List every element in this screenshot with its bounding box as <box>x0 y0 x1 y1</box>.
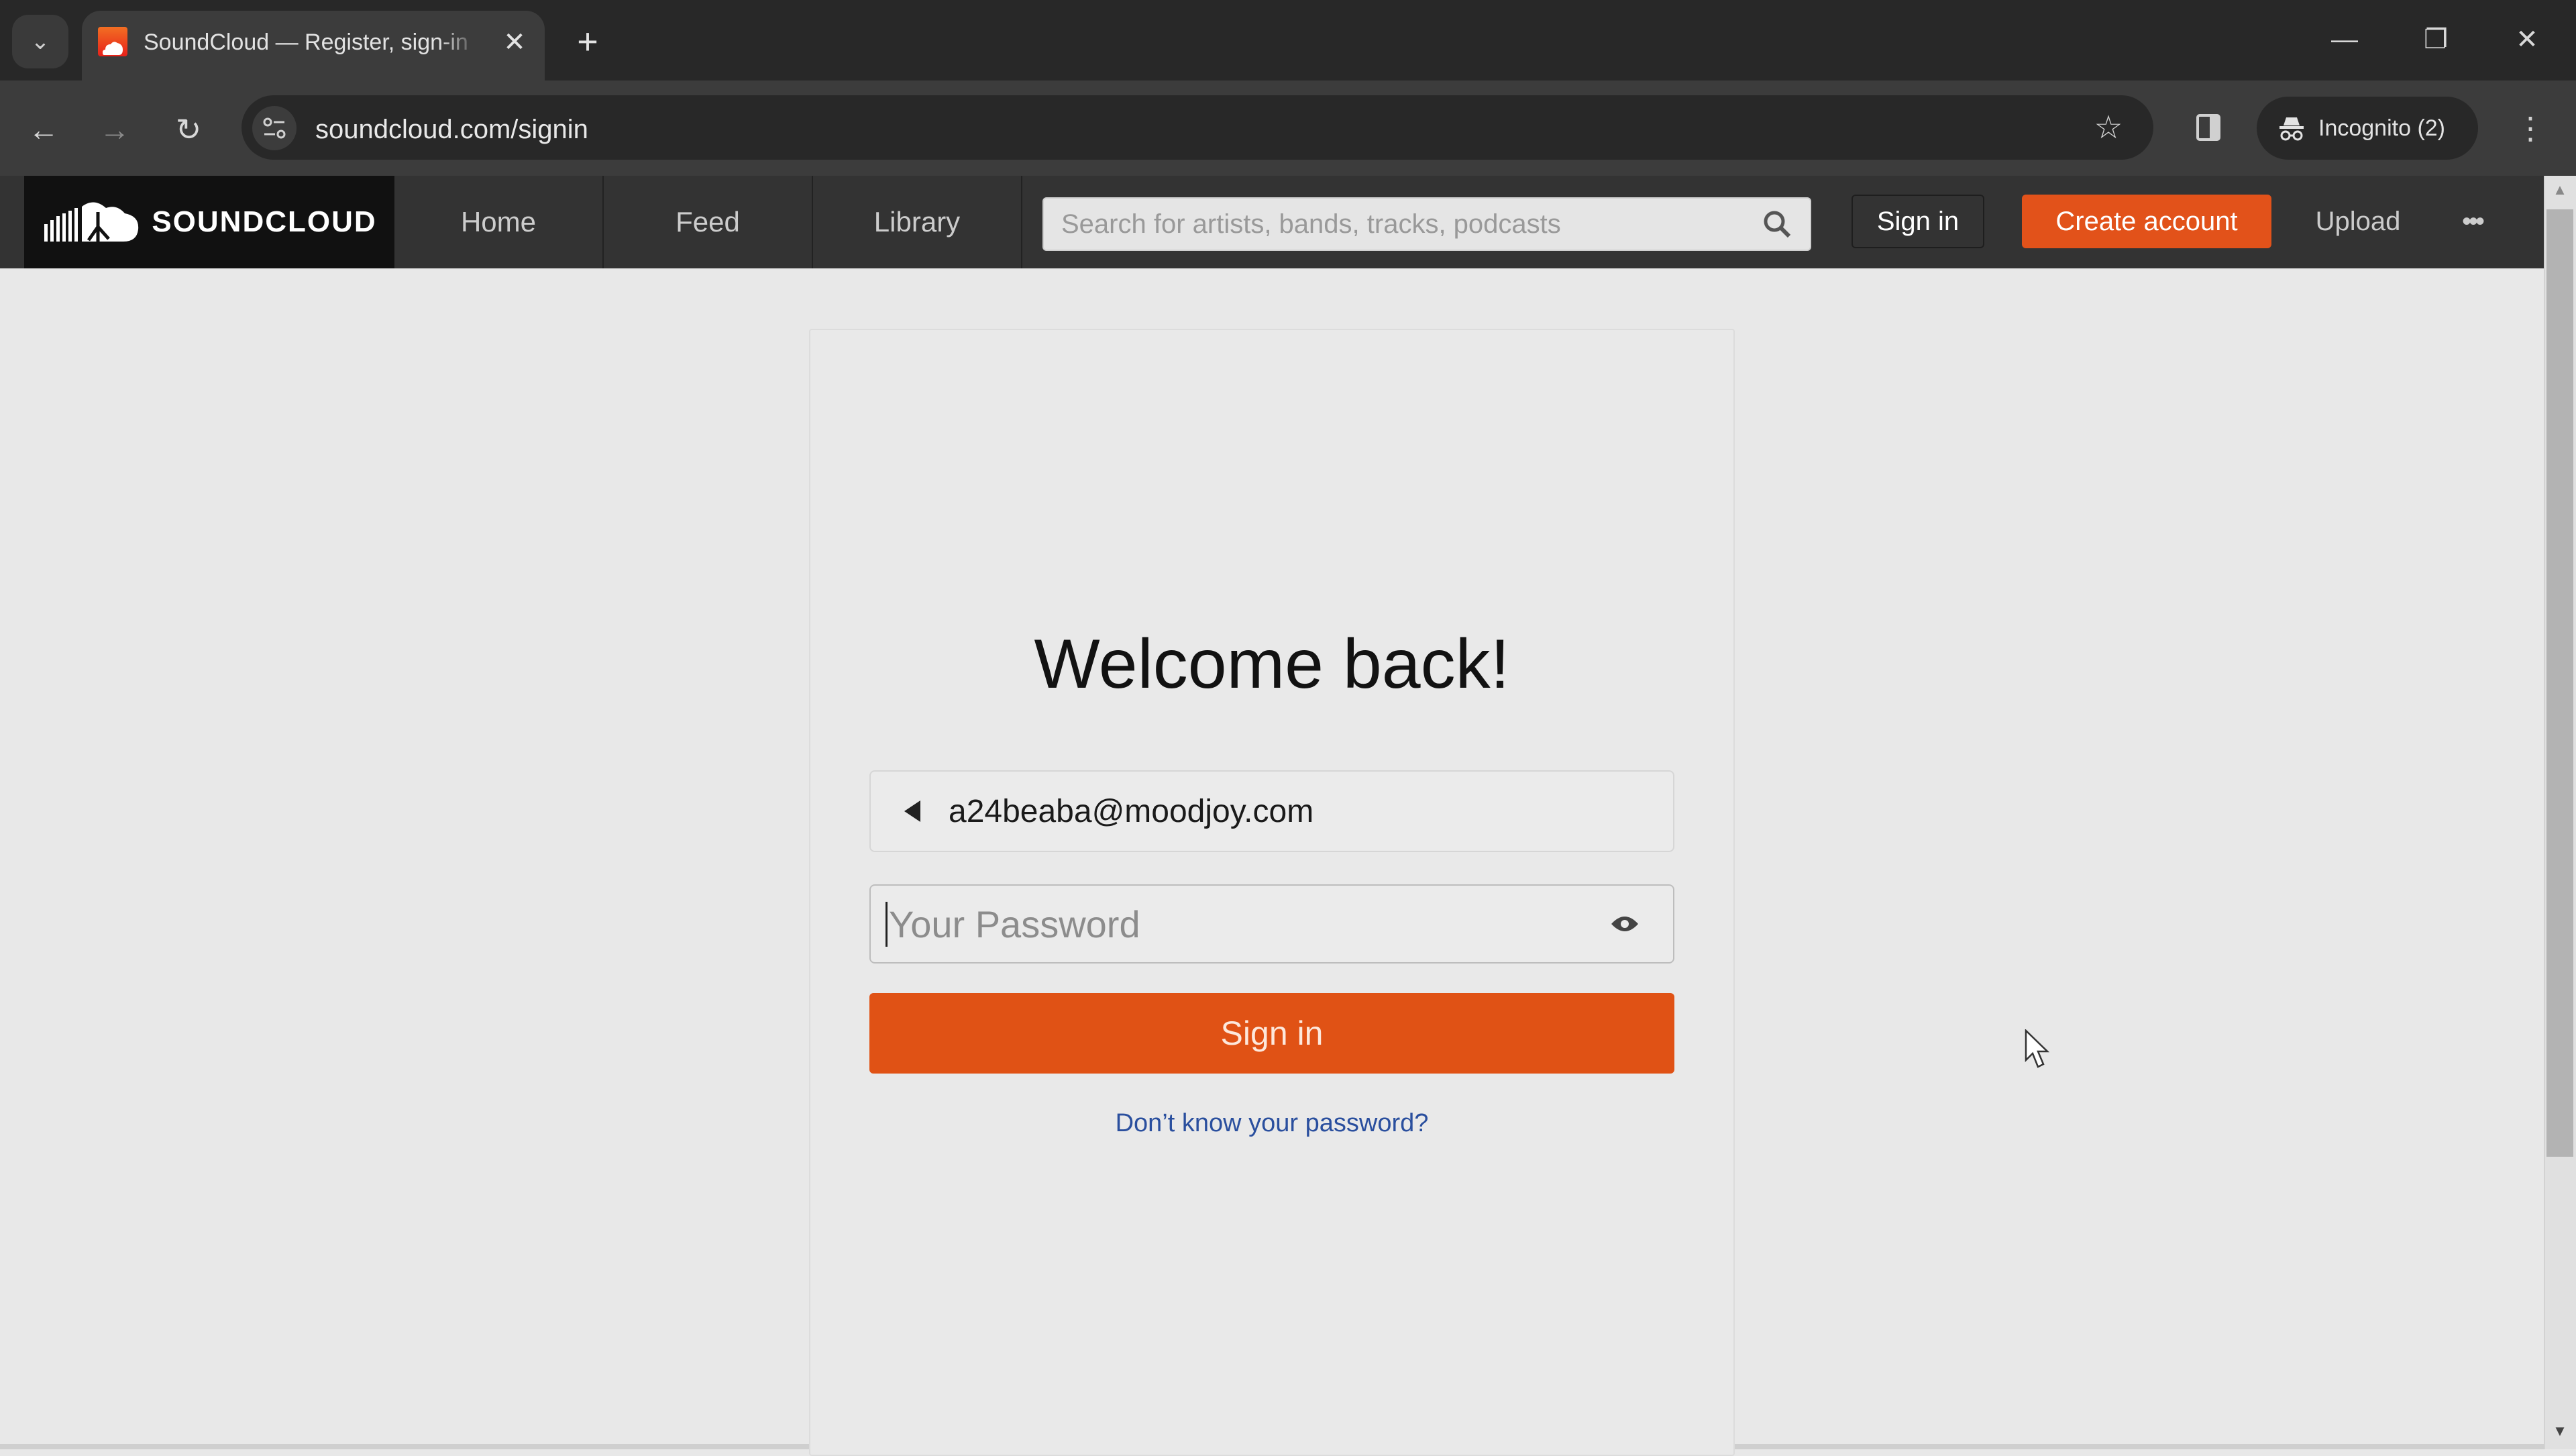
search-box <box>1042 197 1811 251</box>
kebab-menu-icon[interactable]: ⋮ <box>2514 106 2546 150</box>
logo-text: SOUNDCLOUD <box>152 205 377 238</box>
more-options-icon[interactable]: ••• <box>2442 197 2502 246</box>
incognito-label: Incognito (2) <box>2318 115 2445 141</box>
scroll-down-arrow-icon[interactable]: ▼ <box>2549 1422 2571 1444</box>
nav-library[interactable]: Library <box>813 176 1022 268</box>
close-window-icon[interactable]: ✕ <box>2497 16 2557 63</box>
forgot-password-link[interactable]: Don’t know your password? <box>869 1103 1674 1143</box>
mouse-cursor-icon <box>2025 1029 2050 1068</box>
create-account-button[interactable]: Create account <box>2022 195 2271 248</box>
new-tab-button[interactable]: + <box>568 23 608 63</box>
reload-icon[interactable]: ↻ <box>166 107 211 152</box>
soundcloud-favicon-icon <box>98 27 127 56</box>
site-info-tune-icon[interactable] <box>252 106 297 150</box>
back-arrow-icon[interactable]: ← <box>21 107 66 152</box>
nav-feed[interactable]: Feed <box>604 176 813 268</box>
nav-home[interactable]: Home <box>394 176 604 268</box>
header-sign-in-button[interactable]: Sign in <box>1851 195 1984 248</box>
show-password-eye-icon[interactable] <box>1610 913 1640 935</box>
soundcloud-logo[interactable]: SOUNDCLOUD <box>24 176 394 268</box>
search-input[interactable] <box>1060 208 1760 240</box>
incognito-icon <box>2279 117 2304 141</box>
minimize-icon[interactable]: — <box>2314 16 2375 63</box>
search-icon[interactable] <box>1760 207 1794 241</box>
email-value: a24beaba@moodjoy.com <box>949 793 1314 829</box>
password-field <box>869 884 1674 964</box>
restore-icon[interactable]: ❐ <box>2406 16 2466 63</box>
password-input[interactable] <box>885 901 1610 947</box>
sign-in-submit-button[interactable]: Sign in <box>869 993 1674 1074</box>
chevron-down-icon: ⌄ <box>30 29 50 54</box>
page-title: Welcome back! <box>1034 625 1510 703</box>
tab-title: SoundCloud — Register, sign-in <box>144 30 468 55</box>
url-text[interactable]: soundcloud.com/signin <box>315 107 588 152</box>
close-tab-icon[interactable]: ✕ <box>496 24 533 60</box>
back-triangle-icon[interactable] <box>904 800 920 822</box>
forward-arrow-icon[interactable]: → <box>93 107 137 152</box>
scroll-up-arrow-icon[interactable]: ▲ <box>2549 181 2571 203</box>
tab-search-button[interactable]: ⌄ <box>12 15 68 68</box>
bookmark-star-icon[interactable]: ☆ <box>2086 106 2131 150</box>
upload-link[interactable]: Upload <box>2294 197 2422 246</box>
side-panel-icon[interactable] <box>2188 107 2229 148</box>
soundcloud-cloud-icon <box>44 202 139 242</box>
incognito-indicator[interactable]: Incognito (2) <box>2257 97 2478 160</box>
scrollbar-thumb[interactable] <box>2546 209 2573 1157</box>
email-field[interactable]: a24beaba@moodjoy.com <box>869 770 1674 852</box>
